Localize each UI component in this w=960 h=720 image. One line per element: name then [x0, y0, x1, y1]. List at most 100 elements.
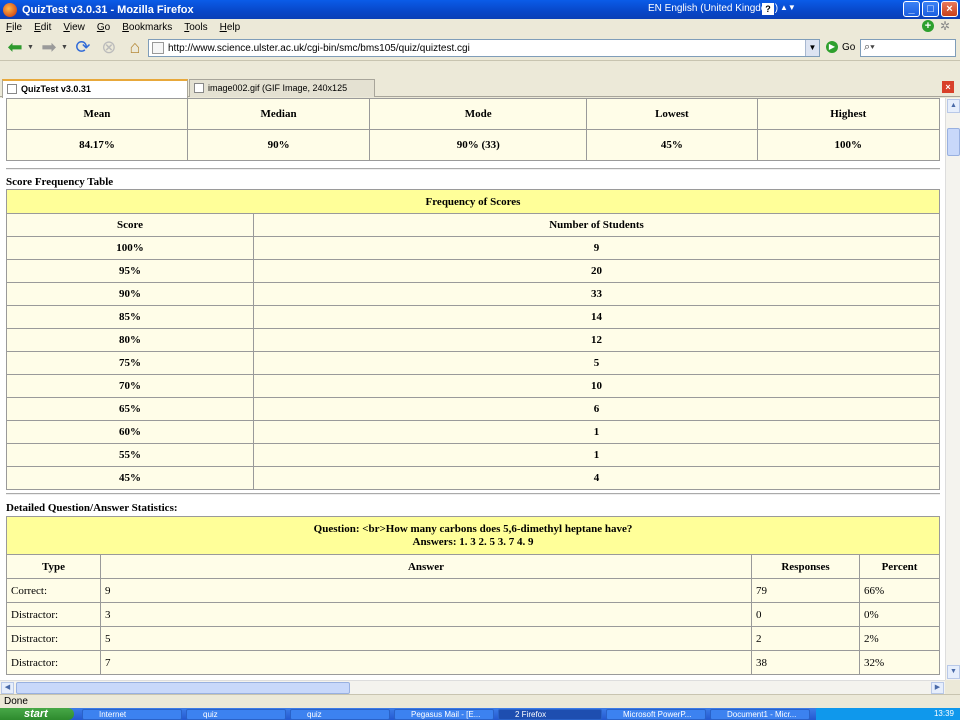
responses-cell: 38	[751, 650, 860, 675]
taskbar-item-label: quiz	[307, 710, 322, 719]
tab-quiztest[interactable]: QuizTest v3.0.31	[2, 79, 188, 98]
back-dropdown-icon[interactable]: ▼	[27, 44, 34, 51]
type-cell: Distractor:	[6, 626, 101, 651]
count-cell: 4	[253, 466, 940, 490]
page-content: Mean Median Mode Lowest Highest 84.17% 9…	[0, 98, 945, 680]
table-row: 55% 1	[6, 443, 940, 467]
maximize-button[interactable]: □	[922, 1, 939, 17]
type-cell: Distractor:	[6, 602, 101, 627]
vertical-scroll-thumb[interactable]	[947, 128, 960, 156]
taskbar-item-quiz-2[interactable]: quiz	[290, 709, 390, 720]
back-button[interactable]: ⬅	[4, 37, 26, 59]
type-cell: Distractor:	[6, 650, 101, 675]
table-row: 84.17% 90% 90% (33) 45% 100%	[6, 129, 941, 161]
scroll-right-icon[interactable]: ▶	[931, 682, 944, 694]
navigation-toolbar: ⬅▼ ➡▼ ⟳ ⊗ ⌂ ▼ ▶ Go ⌕▾	[0, 35, 960, 61]
url-input[interactable]	[168, 42, 808, 54]
table-row: 65% 6	[6, 397, 940, 421]
home-button[interactable]: ⌂	[124, 37, 146, 59]
taskbar-item-internet[interactable]: Internet	[82, 709, 182, 720]
stat-header-highest: Highest	[756, 98, 941, 130]
percent-cell: 66%	[859, 578, 940, 603]
taskbar-item-label: quiz	[203, 710, 218, 719]
table-row: Distractor: 5 2 2%	[6, 626, 940, 651]
reload-button[interactable]: ⟳	[72, 37, 94, 59]
go-label: Go	[842, 41, 856, 53]
percent-cell: 0%	[859, 602, 940, 627]
tab-strip: QuizTest v3.0.31 image002.gif (GIF Image…	[0, 78, 960, 109]
horizontal-scrollbar[interactable]: ◀ ▶	[0, 680, 945, 694]
responses-cell: 0	[751, 602, 860, 627]
tab-image[interactable]: image002.gif (GIF Image, 240x125 pixels)	[189, 79, 375, 109]
clock[interactable]: 13:39	[934, 709, 954, 718]
taskbar-item-firefox[interactable]: 2 Firefox	[498, 709, 602, 720]
stop-button[interactable]: ⊗	[98, 37, 120, 59]
window-titlebar: QuizTest v3.0.31 - Mozilla Firefox EN En…	[0, 0, 960, 19]
score-cell: 95%	[6, 259, 254, 283]
column-header-responses: Responses	[751, 554, 860, 579]
count-cell: 1	[253, 443, 940, 467]
menu-tools[interactable]: Tools	[184, 22, 207, 33]
forward-dropdown-icon[interactable]: ▼	[61, 44, 68, 51]
taskbar-item-pegasus[interactable]: Pegasus Mail - [E...	[394, 709, 494, 720]
close-tab-button[interactable]: ×	[942, 81, 954, 93]
count-cell: 1	[253, 420, 940, 444]
table-row: 45% 4	[6, 466, 940, 490]
windows-taskbar: start Internet quiz quiz Pegasus Mail - …	[0, 708, 960, 720]
language-indicator[interactable]: EN English (United Kingdom)	[648, 3, 778, 14]
minimize-button[interactable]: _	[903, 1, 920, 17]
table-row: Distractor: 3 0 0%	[6, 602, 940, 627]
help-icon[interactable]: ?	[762, 3, 774, 15]
answer-cell: 3	[100, 602, 752, 627]
toolbar-arrows-icon[interactable]: ▲▼	[780, 3, 796, 12]
taskbar-item-label: Internet	[99, 710, 127, 719]
taskbar-item-powerpoint[interactable]: Microsoft PowerP...	[606, 709, 706, 720]
menu-file[interactable]: File	[6, 22, 22, 33]
table-row: 70% 10	[6, 374, 940, 398]
score-cell: 70%	[6, 374, 254, 398]
stat-value-mean: 84.17%	[6, 129, 188, 161]
vertical-scrollbar[interactable]: ▲ ▼	[945, 98, 960, 680]
scroll-up-icon[interactable]: ▲	[947, 99, 960, 113]
menu-view[interactable]: View	[63, 22, 85, 33]
stat-header-mean: Mean	[6, 98, 188, 130]
count-cell: 10	[253, 374, 940, 398]
count-cell: 14	[253, 305, 940, 329]
gear-icon[interactable]: ✲	[940, 20, 952, 32]
taskbar-item-label: Document1 - Micr...	[727, 710, 797, 719]
horizontal-scroll-thumb[interactable]	[16, 682, 350, 694]
taskbar-item-label: 2 Firefox	[515, 710, 547, 719]
address-bar[interactable]: ▼	[148, 39, 820, 57]
window-title: QuizTest v3.0.31 - Mozilla Firefox	[22, 3, 194, 16]
stat-value-highest: 100%	[756, 129, 941, 161]
search-icon[interactable]: ⌕▾	[864, 41, 875, 54]
search-input[interactable]: ⌕▾	[860, 39, 956, 57]
add-icon[interactable]: +	[922, 20, 934, 32]
question-stats-table: Question: <br>How many carbons does 5,6-…	[6, 516, 940, 675]
forward-button[interactable]: ➡	[38, 37, 60, 59]
menu-go[interactable]: Go	[97, 22, 110, 33]
question-section-title: Detailed Question/Answer Statistics:	[6, 502, 178, 514]
count-cell: 9	[253, 236, 940, 260]
close-window-button[interactable]: ×	[941, 1, 958, 17]
taskbar-item-quiz[interactable]: quiz	[186, 709, 286, 720]
go-button[interactable]: ▶ Go	[826, 41, 855, 53]
scroll-left-icon[interactable]: ◀	[1, 682, 14, 694]
score-cell: 75%	[6, 351, 254, 375]
firefox-icon	[3, 2, 17, 17]
menu-bookmarks[interactable]: Bookmarks	[122, 22, 172, 33]
count-cell: 5	[253, 351, 940, 375]
table-row: Distractor: 7 38 32%	[6, 650, 940, 675]
score-cell: 90%	[6, 282, 254, 306]
table-row: 95% 20	[6, 259, 940, 283]
url-dropdown-icon[interactable]: ▼	[805, 40, 819, 56]
menu-edit[interactable]: Edit	[34, 22, 51, 33]
table-row: Question: <br>How many carbons does 5,6-…	[6, 516, 940, 555]
stat-header-lowest: Lowest	[586, 98, 758, 130]
menu-help[interactable]: Help	[220, 22, 241, 33]
table-row: 85% 14	[6, 305, 940, 329]
taskbar-item-word[interactable]: Document1 - Micr...	[710, 709, 810, 720]
start-button[interactable]: start	[0, 708, 74, 720]
scroll-down-icon[interactable]: ▼	[947, 665, 960, 679]
column-header-answer: Answer	[100, 554, 752, 579]
